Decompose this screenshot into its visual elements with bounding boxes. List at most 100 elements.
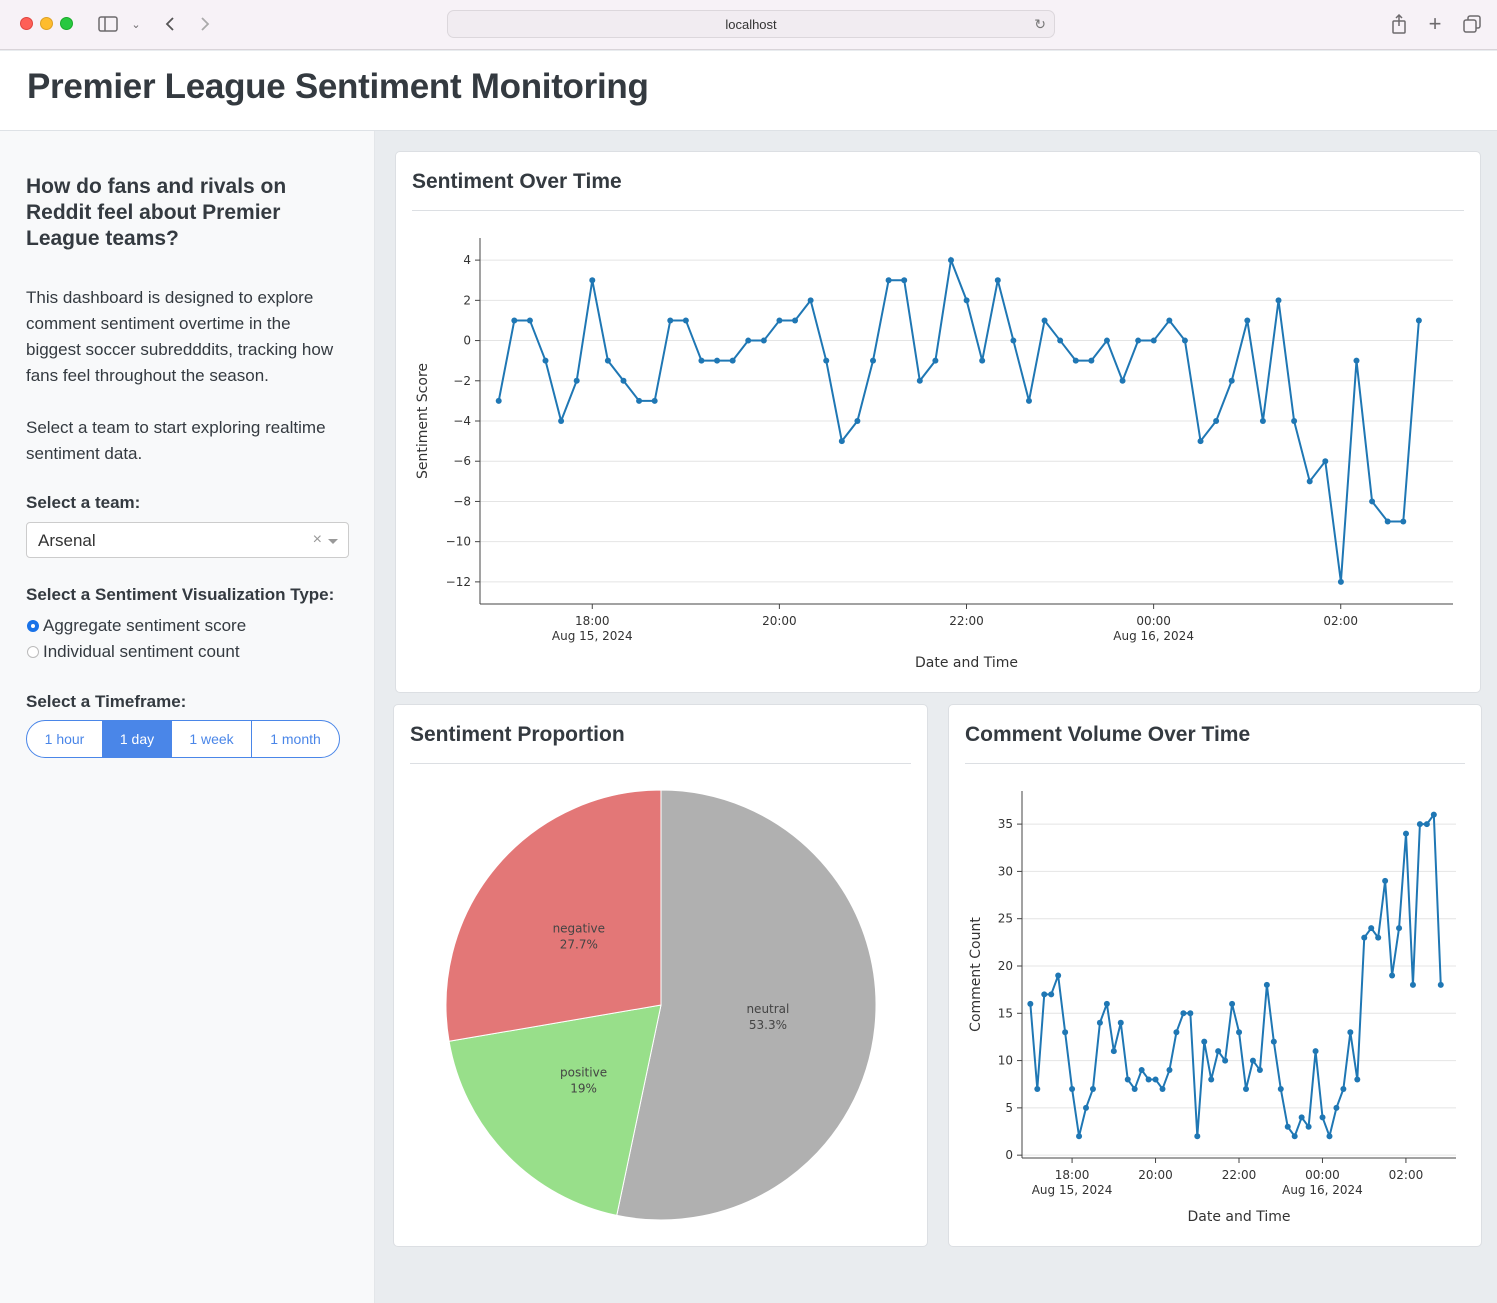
data-point bbox=[994, 277, 1001, 284]
data-point bbox=[1135, 337, 1142, 344]
timeframe-1-week-button[interactable]: 1 week bbox=[172, 721, 252, 757]
radio-unselected-icon[interactable] bbox=[27, 646, 39, 658]
team-label: Select a team: bbox=[26, 493, 141, 512]
data-point bbox=[1291, 418, 1298, 424]
data-point bbox=[729, 357, 736, 364]
pie-slice-label: positive bbox=[560, 1066, 607, 1080]
y-axis-title: Comment Count bbox=[968, 917, 984, 1032]
comment-volume-card: Comment Volume Over Time 0 5 10 15 20 25 30 35 1… bbox=[948, 704, 1482, 1247]
data-point bbox=[1181, 337, 1188, 344]
data-point bbox=[667, 317, 674, 324]
data-point bbox=[1152, 1076, 1159, 1083]
data-point bbox=[1244, 317, 1251, 324]
data-point bbox=[1382, 877, 1389, 884]
data-point bbox=[1275, 297, 1282, 304]
x-tick-date-label: Aug 15, 2024 bbox=[1032, 1183, 1113, 1197]
page-title: Premier League Sentiment Monitoring bbox=[27, 67, 649, 106]
data-point bbox=[1110, 1048, 1117, 1055]
chevron-down-icon[interactable]: ⌄ bbox=[128, 12, 144, 36]
data-point bbox=[760, 337, 767, 344]
data-point bbox=[1208, 1076, 1215, 1083]
data-point bbox=[1103, 337, 1110, 344]
close-window-button[interactable] bbox=[20, 17, 33, 30]
x-tick-label: 02:00 bbox=[1323, 614, 1358, 628]
data-point bbox=[838, 438, 845, 445]
radio-label: Individual sentiment count bbox=[43, 642, 240, 661]
tab-overview-icon[interactable] bbox=[1461, 12, 1483, 36]
data-point bbox=[1166, 1067, 1173, 1074]
sentiment-pie-chart[interactable]: neutral 53.3% positive 19% negative 27.7% bbox=[394, 705, 929, 1248]
data-point bbox=[1138, 1067, 1145, 1074]
timeframe-1-day-button[interactable]: 1 day bbox=[103, 721, 172, 757]
data-point bbox=[1072, 357, 1079, 364]
y-tick-label: −8 bbox=[453, 494, 471, 508]
data-point bbox=[1312, 1048, 1319, 1055]
data-point bbox=[651, 397, 658, 404]
sidebar-toggle-icon[interactable] bbox=[96, 12, 120, 36]
data-point bbox=[1228, 377, 1235, 384]
address-bar[interactable]: localhost ↻ bbox=[447, 10, 1055, 38]
radio-aggregate-score[interactable]: Aggregate sentiment score bbox=[26, 616, 246, 636]
sidebar-instruction: Select a team to start exploring realtim… bbox=[26, 418, 326, 463]
data-point bbox=[1229, 1000, 1236, 1007]
data-point bbox=[1041, 317, 1048, 324]
x-tick-label: 18:00 bbox=[575, 614, 610, 628]
y-tick-label: 2 bbox=[463, 293, 471, 307]
data-point bbox=[1076, 1133, 1083, 1140]
data-point bbox=[1103, 1000, 1110, 1007]
y-tick-label: 0 bbox=[463, 334, 471, 348]
data-point bbox=[1322, 458, 1329, 465]
comment-volume-line-chart[interactable]: 0 5 10 15 20 25 30 35 18:00Aug 15, 2024 20:00 22:0… bbox=[949, 705, 1483, 1248]
new-tab-icon[interactable]: + bbox=[1424, 11, 1446, 36]
y-tick-label: 30 bbox=[998, 864, 1013, 878]
y-tick-label: 0 bbox=[1005, 1148, 1013, 1162]
maximize-window-button[interactable] bbox=[60, 17, 73, 30]
data-point bbox=[776, 317, 783, 324]
pie-slice-label: negative bbox=[553, 922, 605, 936]
sentiment-line-chart[interactable]: 4 2 0 −2 −4 −6 −8 −10 −12 18:00Aug 15, 2024 20:00 2… bbox=[396, 152, 1482, 694]
data-point bbox=[1215, 1048, 1222, 1055]
y-tick-label: 35 bbox=[998, 817, 1013, 831]
data-point bbox=[1089, 1085, 1096, 1092]
data-point bbox=[1337, 578, 1344, 585]
pie-slice-percent: 27.7% bbox=[560, 938, 598, 952]
data-point bbox=[1298, 1114, 1305, 1121]
data-point bbox=[916, 377, 923, 384]
data-point bbox=[1236, 1029, 1243, 1036]
y-tick-label: 4 bbox=[463, 253, 471, 267]
team-select[interactable]: Arsenal × bbox=[26, 522, 349, 558]
data-point bbox=[1055, 972, 1062, 979]
data-point bbox=[745, 337, 752, 344]
clear-icon[interactable]: × bbox=[313, 531, 322, 549]
data-point bbox=[1048, 991, 1055, 998]
data-point bbox=[1415, 317, 1422, 324]
dropdown-caret-icon[interactable] bbox=[328, 539, 338, 544]
data-point bbox=[1326, 1133, 1333, 1140]
radio-selected-icon[interactable] bbox=[27, 620, 39, 632]
data-point bbox=[511, 317, 518, 324]
timeframe-1-hour-button[interactable]: 1 hour bbox=[27, 721, 103, 757]
forward-arrow-icon[interactable] bbox=[195, 12, 215, 36]
timeframe-label: Select a Timeframe: bbox=[26, 692, 187, 711]
data-point bbox=[1369, 498, 1376, 505]
reload-icon[interactable]: ↻ bbox=[1034, 16, 1046, 33]
data-point bbox=[558, 418, 565, 424]
data-point bbox=[1222, 1057, 1229, 1064]
minimize-window-button[interactable] bbox=[40, 17, 53, 30]
share-icon[interactable] bbox=[1388, 12, 1410, 36]
data-point bbox=[573, 377, 580, 384]
x-tick-label: 22:00 bbox=[949, 614, 984, 628]
sentiment-over-time-card: Sentiment Over Time 4 2 0 −2 −4 −6 −8 −10 −12 18:… bbox=[395, 151, 1481, 693]
data-point bbox=[1402, 830, 1409, 837]
sentiment-proportion-card: Sentiment Proportion neutral 53.3% positiv… bbox=[393, 704, 928, 1247]
x-tick-label: 18:00 bbox=[1055, 1168, 1090, 1182]
back-arrow-icon[interactable] bbox=[160, 12, 180, 36]
y-tick-label: 20 bbox=[998, 959, 1013, 973]
data-point bbox=[1284, 1123, 1291, 1130]
radio-individual-count[interactable]: Individual sentiment count bbox=[26, 642, 240, 662]
timeframe-1-month-button[interactable]: 1 month bbox=[252, 721, 339, 757]
radio-label: Aggregate sentiment score bbox=[43, 616, 247, 635]
y-tick-label: −4 bbox=[453, 414, 471, 428]
pie-slice-negative bbox=[445, 789, 662, 1042]
x-tick-label: 22:00 bbox=[1222, 1168, 1257, 1182]
